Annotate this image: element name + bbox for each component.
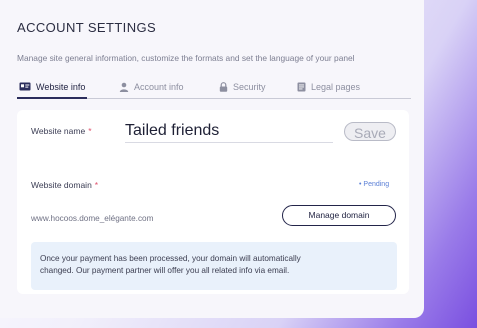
page-subtitle: Manage site general information, customi… — [17, 53, 355, 63]
tab-label: Account info — [134, 81, 184, 92]
id-card-icon — [19, 82, 31, 91]
user-icon — [119, 82, 129, 92]
tab-label: Legal pages — [311, 81, 361, 92]
website-name-label: Website name * — [31, 126, 92, 136]
required-mark: * — [88, 126, 92, 136]
website-info-card: Website name * Tailed friends Save Websit… — [17, 110, 409, 294]
lock-icon — [219, 81, 228, 92]
save-button[interactable]: Save — [344, 122, 396, 141]
website-domain-label: Website domain * — [31, 180, 99, 190]
page-title: ACCOUNT SETTINGS — [17, 20, 157, 35]
tab-label: Security — [233, 81, 266, 92]
settings-tabs: Website info Account info Security Legal… — [16, 76, 411, 99]
tab-label: Website info — [36, 81, 86, 92]
status-badge: • Pending — [359, 181, 390, 188]
tab-account-info[interactable]: Account info — [119, 76, 184, 97]
manage-domain-button[interactable]: Manage domain — [282, 205, 396, 226]
required-mark: * — [94, 180, 99, 190]
tab-security[interactable]: Security — [219, 76, 266, 97]
notice-line: changed. Our payment partner will offer … — [40, 266, 290, 275]
tab-website-info[interactable]: Website info — [16, 76, 88, 99]
tab-legal-pages[interactable]: Legal pages — [297, 76, 360, 97]
notice-line: Once your payment has been processed, yo… — [40, 254, 301, 263]
website-name-input[interactable]: Tailed friends — [125, 120, 333, 143]
document-icon — [297, 82, 306, 92]
payment-notice: Once your payment has been processed, yo… — [31, 242, 397, 290]
account-settings-panel: ACCOUNT SETTINGS Manage site general inf… — [0, 0, 424, 318]
domain-url: www.hocoos.dome_elégante.com — [31, 214, 154, 223]
